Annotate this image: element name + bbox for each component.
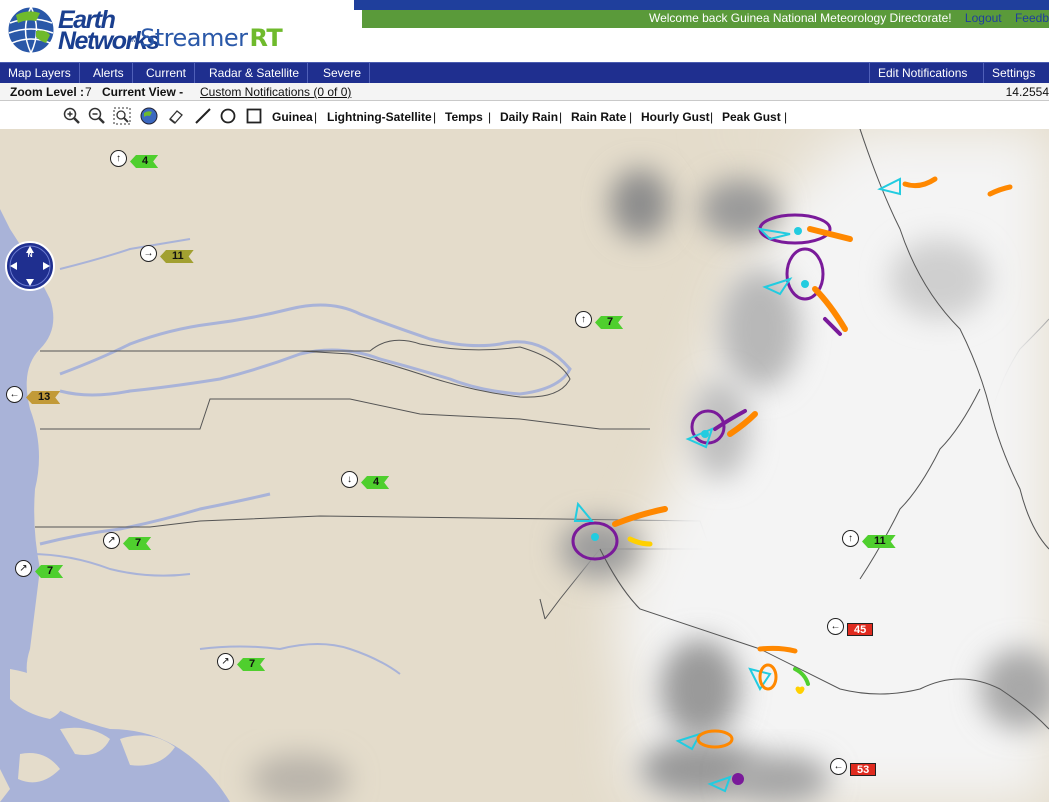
circle-draw-icon[interactable] [219,107,237,125]
wind-arrow-icon: ↓ [341,471,358,488]
map-pan-control[interactable]: N [5,241,55,291]
country-border [40,398,650,430]
product-name-text: Streamer [140,24,248,52]
svg-text:N: N [27,252,32,259]
app-window: Earth Networks SM StreamerRT Welcome bac… [0,0,1049,802]
layer-tab-hourly-gust[interactable]: Hourly Gust [641,110,710,124]
custom-notifications-link[interactable]: Custom Notifications (0 of 0) [200,83,351,101]
wind-arrow-icon: ↑ [575,311,592,328]
wind-arrow-icon: ← [6,386,23,403]
menu-settings[interactable]: Settings [983,63,1043,83]
map-base-layer [0,129,1049,802]
rectangle-draw-icon[interactable] [245,107,263,125]
wind-arrow-icon: ↑ [110,150,127,167]
header: Earth Networks SM StreamerRT Welcome bac… [0,0,1049,62]
menu-severe[interactable]: Severe [315,63,371,83]
feedback-link[interactable]: Feedb [1015,11,1049,25]
eraser-icon[interactable] [167,107,185,125]
layer-tab-lightning-satellite[interactable]: Lightning-Satellite [327,110,432,124]
menu-bar: Map Layers Alerts Current Radar & Satell… [0,62,1049,83]
layer-separator: | [710,110,714,124]
wind-arrow-icon: → [140,245,157,262]
zoom-in-icon[interactable] [63,107,81,125]
menu-radar-satellite[interactable]: Radar & Satellite [201,63,309,83]
station-value: 11 [862,535,896,548]
logo-tm: SM [128,38,137,44]
cloud-cell [610,169,670,239]
zoom-level-value: 7 [85,85,92,99]
layer-tab-guinea[interactable]: Guinea [272,110,313,124]
zoom-out-icon[interactable] [88,107,106,125]
product-name: StreamerRT [140,24,283,52]
layer-tab-rain-rate[interactable]: Rain Rate [571,110,626,124]
layer-separator: | [559,110,563,124]
layer-separator: | [314,110,318,124]
cloud-cell [250,754,350,802]
country-border [539,598,546,620]
layer-separator: | [784,110,788,124]
station-value: 13 [26,391,60,404]
globe-icon[interactable] [140,107,158,125]
wind-arrow-icon: ↗ [217,653,234,670]
line-draw-icon[interactable] [194,107,212,125]
wind-arrow-icon: ← [827,618,844,635]
wind-arrow-icon: ← [830,758,847,775]
station-value: 53 [850,763,877,776]
cloud-cell [660,639,740,739]
menu-current[interactable]: Current [138,63,196,83]
station-value: 45 [847,623,874,636]
coordinate-readout: 14.2554 [1005,85,1049,99]
menu-alerts[interactable]: Alerts [85,63,133,83]
wind-arrow-icon: ↑ [842,530,859,547]
wind-arrow-icon: ↗ [103,532,120,549]
wind-arrow-icon: ↗ [15,560,32,577]
product-suffix: RT [249,24,283,52]
river [39,492,271,546]
layer-separator: | [433,110,437,124]
cloud-cell [730,754,830,802]
map-canvas[interactable]: N ↑ 4 → 11 ↑ 7 ← 13 ↓ 4 ↗ 7 ↗ 7 ↗ 7 ↑ 11… [0,129,1049,802]
info-bar: Zoom Level : 7 Current View - Custom Not… [0,83,1049,101]
map-toolbar: Guinea | Lightning-Satellite | Temps | D… [0,101,1049,129]
zoom-box-icon[interactable] [113,107,131,125]
menu-edit-notifications[interactable]: Edit Notifications [869,63,975,83]
menu-map-layers[interactable]: Map Layers [0,63,80,83]
layer-separator: | [488,110,492,124]
earth-globe-icon [7,6,55,54]
zoom-level-label: Zoom Level : [10,85,85,99]
layer-separator: | [629,110,633,124]
welcome-area: Welcome back Guinea National Meteorology… [649,11,1049,25]
station-value: 11 [160,250,194,263]
welcome-text: Welcome back Guinea National Meteorology… [648,11,952,25]
layer-tab-temps[interactable]: Temps [445,110,483,124]
cloud-cell [890,239,990,319]
logout-link[interactable]: Logout [965,11,1002,25]
header-top-stripe [354,0,1049,10]
layer-tab-daily-rain[interactable]: Daily Rain [500,110,558,124]
island [170,710,210,735]
current-view-label: Current View - [102,85,184,99]
layer-tab-peak-gust[interactable]: Peak Gust [722,110,781,124]
